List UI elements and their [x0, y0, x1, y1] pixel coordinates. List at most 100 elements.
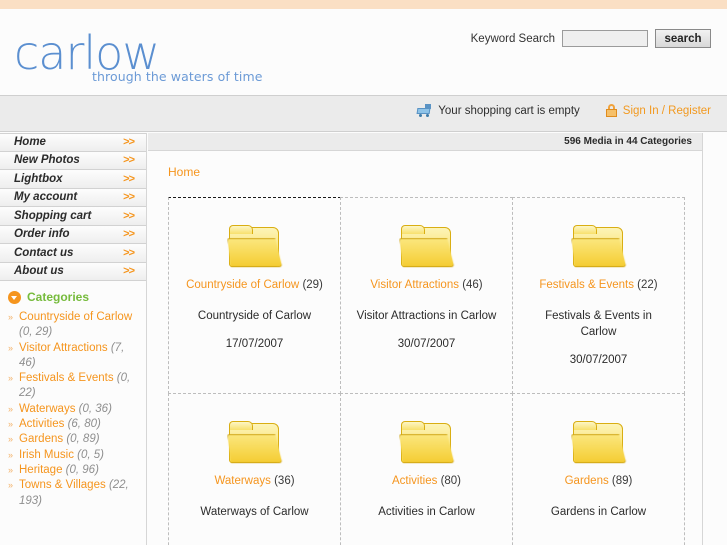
- sidebar-item-label: Order info: [14, 228, 70, 241]
- search-button[interactable]: search: [655, 29, 711, 48]
- lock-icon: [605, 104, 617, 117]
- card-description: Countryside of Carlow: [197, 310, 312, 322]
- sidebar-item-label: Home: [14, 136, 46, 149]
- category-item-towns-villages[interactable]: Towns & Villages (22, 193): [6, 478, 140, 509]
- card-title: Gardens (89): [565, 474, 633, 488]
- chevron-right-icon: >>: [123, 172, 135, 185]
- folder-icon: [571, 421, 627, 465]
- category-name: Heritage: [19, 463, 63, 476]
- card-date: 30/07/2007: [397, 338, 456, 350]
- site-logo[interactable]: carlow through the waters of time: [14, 30, 262, 87]
- category-counts: (0, 36): [78, 402, 112, 415]
- card-title-text: Waterways: [214, 475, 271, 487]
- sidebar-item-label: About us: [14, 265, 64, 278]
- category-counts: (0, 5): [77, 448, 104, 461]
- card-title-count: (36): [274, 475, 295, 487]
- category-card-gardens[interactable]: Gardens (89) Gardens in Carlow: [512, 393, 685, 545]
- sidebar-item-shopping-cart[interactable]: Shopping cart >>: [0, 207, 146, 226]
- card-date: 30/07/2007: [569, 354, 628, 366]
- card-title: Waterways (36): [214, 474, 294, 488]
- card-description: Activities in Carlow: [378, 506, 475, 518]
- sign-in-register-link[interactable]: Sign In / Register: [605, 104, 711, 117]
- sidebar-item-contact-us[interactable]: Contact us >>: [0, 244, 146, 263]
- category-item-irish-music[interactable]: Irish Music (0, 5): [6, 448, 140, 464]
- media-count-label: 596 Media in 44 Categories: [564, 136, 692, 147]
- category-card-activities[interactable]: Activities (80) Activities in Carlow: [340, 393, 513, 545]
- card-description: Festivals & Events in Carlow: [545, 310, 652, 338]
- chevron-right-icon: >>: [123, 136, 135, 149]
- category-item-festivals-events[interactable]: Festivals & Events (0, 22): [6, 371, 140, 402]
- chevron-right-icon: >>: [123, 209, 135, 222]
- page-root: carlow through the waters of time Keywor…: [0, 0, 727, 545]
- sidebar-item-home[interactable]: Home >>: [0, 133, 146, 152]
- logo-tagline: through the waters of time: [92, 69, 263, 84]
- category-item-countryside-of-carlow[interactable]: Countryside of Carlow (0, 29): [6, 310, 140, 341]
- card-description: Gardens in Carlow: [550, 506, 647, 518]
- sidebar-item-new-photos[interactable]: New Photos >>: [0, 151, 146, 170]
- chevron-right-icon: >>: [123, 265, 135, 278]
- card-title: Countryside of Carlow (29): [186, 278, 323, 292]
- card-title-count: (29): [302, 279, 323, 291]
- card-title-text: Gardens: [564, 475, 609, 487]
- search-label: Keyword Search: [470, 32, 555, 45]
- folder-icon: [399, 421, 455, 465]
- chevron-right-icon: >>: [123, 154, 135, 167]
- category-name: Visitor Attractions: [19, 341, 108, 354]
- category-name: Countryside of Carlow: [19, 311, 133, 323]
- card-title: Visitor Attractions (46): [370, 278, 482, 292]
- sidebar: Home >> New Photos >> Lightbox >> My acc…: [0, 133, 147, 545]
- category-counts: (0, 89): [66, 433, 100, 446]
- category-card-festivals-events[interactable]: Festivals & Events (22) Festivals & Even…: [512, 197, 685, 394]
- category-name: Waterways: [19, 402, 76, 415]
- category-name: Festivals & Events: [19, 372, 114, 385]
- chevron-right-icon: >>: [123, 228, 135, 241]
- main-content: 596 Media in 44 Categories Home Countrys…: [148, 133, 703, 545]
- breadcrumb[interactable]: Home: [148, 151, 702, 179]
- shopping-cart-icon: [416, 104, 432, 117]
- card-title-count: (22): [637, 279, 658, 291]
- folder-icon: [227, 225, 283, 269]
- chevron-right-icon: >>: [123, 191, 135, 204]
- keyword-search: Keyword Search search: [471, 29, 711, 48]
- category-name: Towns & Villages: [19, 479, 106, 492]
- shopping-cart-status[interactable]: Your shopping cart is empty: [416, 104, 580, 117]
- sidebar-item-lightbox[interactable]: Lightbox >>: [0, 170, 146, 189]
- sidebar-item-label: My account: [14, 191, 78, 204]
- site-header: carlow through the waters of time Keywor…: [0, 9, 727, 95]
- content-topbar: 596 Media in 44 Categories: [148, 133, 702, 151]
- search-input[interactable]: [562, 30, 648, 47]
- card-title-count: (46): [462, 279, 483, 291]
- right-gutter: [704, 133, 727, 545]
- card-title: Festivals & Events (22): [539, 278, 657, 292]
- category-item-heritage[interactable]: Heritage (0, 96): [6, 463, 140, 479]
- cart-status-text: Your shopping cart is empty: [438, 104, 580, 117]
- category-item-activities[interactable]: Activities (6, 80): [6, 417, 140, 433]
- card-title-count: (89): [611, 475, 633, 487]
- card-date: 17/07/2007: [225, 338, 284, 350]
- categories-list: Countryside of Carlow (0, 29) Visitor At…: [0, 310, 146, 509]
- category-card-waterways[interactable]: Waterways (36) Waterways of Carlow: [168, 393, 341, 545]
- sign-in-register-text: Sign In / Register: [622, 104, 711, 117]
- category-card-grid: Countryside of Carlow (29) Countryside o…: [168, 197, 688, 545]
- category-counts: (0, 29): [19, 326, 53, 339]
- sidebar-item-label: Shopping cart: [14, 209, 92, 222]
- card-title-text: Visitor Attractions: [370, 279, 459, 291]
- category-item-gardens[interactable]: Gardens (0, 89): [6, 432, 140, 448]
- card-title-count: (80): [440, 475, 462, 487]
- card-description: Waterways of Carlow: [200, 506, 309, 518]
- category-counts: (0, 96): [65, 463, 99, 476]
- category-card-visitor-attractions[interactable]: Visitor Attractions (46) Visitor Attract…: [340, 197, 513, 394]
- sidebar-item-my-account[interactable]: My account >>: [0, 188, 146, 207]
- category-card-countryside-of-carlow[interactable]: Countryside of Carlow (29) Countryside o…: [168, 197, 341, 394]
- sidebar-item-about-us[interactable]: About us >>: [0, 262, 146, 281]
- category-item-waterways[interactable]: Waterways (0, 36): [6, 402, 140, 418]
- sidebar-item-order-info[interactable]: Order info >>: [0, 225, 146, 244]
- card-title-text: Festivals & Events: [539, 279, 634, 291]
- category-name: Gardens: [19, 433, 64, 446]
- categories-heading: Categories: [27, 290, 90, 304]
- category-item-visitor-attractions[interactable]: Visitor Attractions (7, 46): [6, 341, 140, 372]
- sidebar-item-label: Lightbox: [14, 172, 63, 185]
- card-title-text: Countryside of Carlow: [186, 279, 300, 291]
- folder-icon: [227, 421, 283, 465]
- categories-header[interactable]: Categories: [0, 281, 146, 310]
